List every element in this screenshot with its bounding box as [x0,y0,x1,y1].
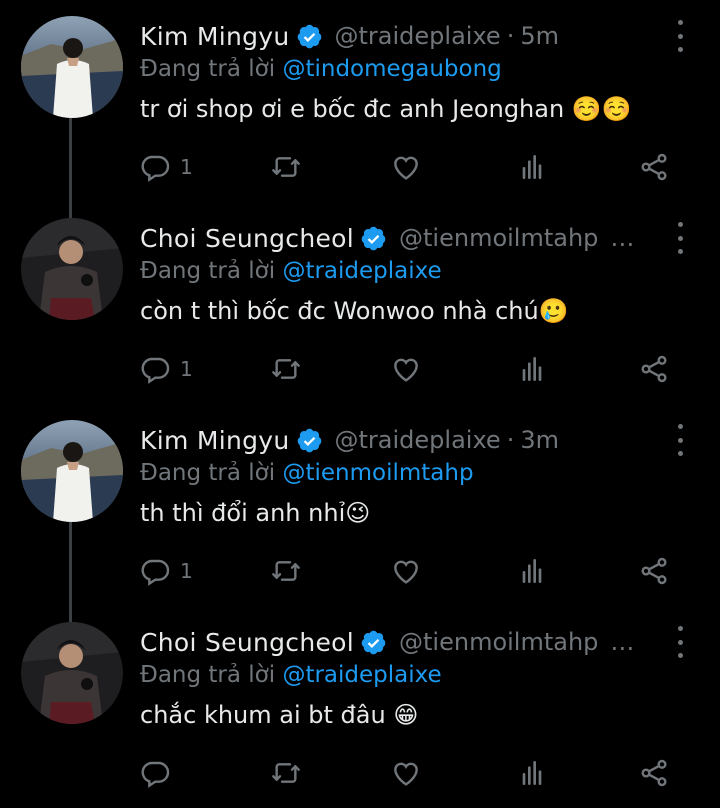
share-icon [638,555,670,587]
analytics-button[interactable] [516,150,548,184]
like-button[interactable] [390,756,422,790]
retweet-button[interactable] [270,554,302,588]
tweet[interactable]: Choi Seungcheol @tienmoilmtahp … Đang tr… [0,606,720,808]
tweet-text: còn t thì bốc đc Wonwoo nhà chú🥲 [140,297,569,325]
avatar[interactable] [21,16,123,118]
like-button[interactable] [390,150,422,184]
retweet-button[interactable] [270,352,302,386]
replying-to: Đang trả lời @traideplaixe [140,662,442,688]
display-name[interactable]: Kim Mingyu [140,426,290,455]
like-button[interactable] [390,554,422,588]
mention-link[interactable]: @traideplaixe [282,662,441,688]
verified-badge-icon [360,629,387,656]
handle[interactable]: @tienmoilmtahp [399,628,598,656]
handle[interactable]: @traideplaixe [335,426,501,454]
analytics-button[interactable] [516,352,548,386]
avatar[interactable] [21,420,123,522]
share-button[interactable] [638,756,670,790]
separator-dot: · [506,426,515,454]
tweet-header: Kim Mingyu @traideplaixe · 3m [140,422,559,458]
reply-button[interactable] [140,756,180,790]
verified-badge-icon [296,23,323,50]
retweet-icon [270,353,302,385]
avatar[interactable] [21,218,123,320]
tweet-header: Kim Mingyu @traideplaixe · 5m [140,18,559,54]
tweet-actions [140,754,680,794]
retweet-button[interactable] [270,150,302,184]
share-icon [638,757,670,789]
separator-dot: · [506,22,515,50]
replying-to-label: Đang trả lời [140,258,276,284]
replying-to-label: Đang trả lời [140,662,276,688]
mention-link[interactable]: @tienmoilmtahp [282,460,473,486]
like-icon [390,353,422,385]
analytics-icon [516,757,548,789]
share-button[interactable] [638,554,670,588]
analytics-icon [516,555,548,587]
reply-count: 1 [180,155,193,179]
reply-thread: Kim Mingyu @traideplaixe · 5m Đang trả l… [0,0,720,804]
tweet-text: th thì đổi anh nhỉ😉 [140,499,371,527]
analytics-button[interactable] [516,554,548,588]
tweet[interactable]: Kim Mingyu @traideplaixe · 3m Đang trả l… [0,404,720,606]
handle[interactable]: @tienmoilmtahp [399,224,598,252]
timestamp[interactable]: … [610,628,634,656]
mention-link[interactable]: @tindomegaubong [282,56,501,82]
like-icon [390,757,422,789]
verified-badge-icon [296,427,323,454]
analytics-icon [516,151,548,183]
reply-count: 1 [180,357,193,381]
more-options-icon[interactable] [676,222,684,254]
retweet-icon [270,151,302,183]
reply-icon [140,757,172,789]
reply-icon [140,555,172,587]
display-name[interactable]: Choi Seungcheol [140,224,354,253]
tweet-header: Choi Seungcheol @tienmoilmtahp … [140,624,634,660]
like-button[interactable] [390,352,422,386]
share-button[interactable] [638,352,670,386]
reply-button[interactable]: 1 [140,352,193,386]
timestamp[interactable]: 3m [520,426,559,454]
tweet-header: Choi Seungcheol @tienmoilmtahp … [140,220,634,256]
tweet-actions: 1 [140,148,680,188]
replying-to-label: Đang trả lời [140,56,276,82]
analytics-button[interactable] [516,756,548,790]
reply-icon [140,151,172,183]
retweet-icon [270,555,302,587]
share-button[interactable] [638,150,670,184]
tweet[interactable]: Choi Seungcheol @tienmoilmtahp … Đang tr… [0,202,720,404]
more-options-icon[interactable] [676,424,684,456]
timestamp[interactable]: 5m [520,22,559,50]
reply-icon [140,353,172,385]
like-icon [390,555,422,587]
tweet-text: chắc khum ai bt đâu 😁 [140,701,419,729]
replying-to: Đang trả lời @tienmoilmtahp [140,460,474,486]
tweet-actions: 1 [140,552,680,592]
replying-to: Đang trả lời @tindomegaubong [140,56,502,82]
mention-link[interactable]: @traideplaixe [282,258,441,284]
more-options-icon[interactable] [676,626,684,658]
verified-badge-icon [360,225,387,252]
reply-count: 1 [180,559,193,583]
analytics-icon [516,353,548,385]
share-icon [638,353,670,385]
tweet-actions: 1 [140,350,680,390]
retweet-button[interactable] [270,756,302,790]
display-name[interactable]: Kim Mingyu [140,22,290,51]
replying-to-label: Đang trả lời [140,460,276,486]
tweet-text: tr ơi shop ơi e bốc đc anh Jeonghan ☺️☺️ [140,95,632,123]
more-options-icon[interactable] [676,20,684,52]
handle[interactable]: @traideplaixe [335,22,501,50]
reply-button[interactable]: 1 [140,150,193,184]
tweet[interactable]: Kim Mingyu @traideplaixe · 5m Đang trả l… [0,0,720,202]
retweet-icon [270,757,302,789]
display-name[interactable]: Choi Seungcheol [140,628,354,657]
replying-to: Đang trả lời @traideplaixe [140,258,442,284]
timestamp[interactable]: … [610,224,634,252]
avatar[interactable] [21,622,123,724]
like-icon [390,151,422,183]
share-icon [638,151,670,183]
reply-button[interactable]: 1 [140,554,193,588]
